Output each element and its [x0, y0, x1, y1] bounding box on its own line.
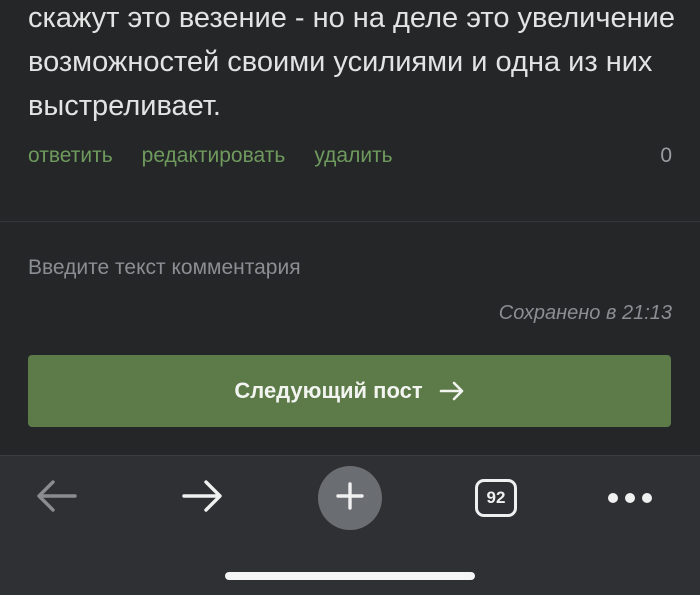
comment-text: скажут это везение - но на деле это увел… — [28, 2, 675, 122]
comment-rating: 0 — [660, 144, 672, 167]
divider — [0, 221, 700, 222]
plus-icon — [335, 481, 365, 516]
next-post-button[interactable]: Следующий пост — [28, 355, 671, 427]
back-arrow-icon — [34, 479, 78, 518]
forward-button[interactable] — [168, 466, 238, 530]
arrow-right-icon — [439, 381, 465, 401]
delete-link[interactable]: удалить — [314, 144, 392, 168]
next-post-label: Следующий пост — [234, 378, 423, 403]
tab-count-badge: 92 — [475, 479, 517, 517]
reply-link[interactable]: ответить — [28, 144, 113, 168]
plus-circle — [318, 466, 382, 530]
edit-link[interactable]: редактировать — [142, 144, 286, 168]
more-button[interactable] — [595, 466, 665, 530]
page: скажут это везение - но на деле это увел… — [0, 0, 700, 595]
home-indicator — [225, 572, 475, 580]
new-tab-button[interactable] — [315, 466, 385, 530]
comment-actions: ответить редактировать удалить 0 — [28, 142, 672, 170]
tabs-button[interactable]: 92 — [461, 466, 531, 530]
comment-input[interactable] — [28, 252, 672, 284]
back-button[interactable] — [21, 466, 91, 530]
forward-arrow-icon — [181, 479, 225, 518]
more-icon — [608, 493, 652, 503]
saved-status: Сохранено в 21:13 — [498, 302, 672, 324]
